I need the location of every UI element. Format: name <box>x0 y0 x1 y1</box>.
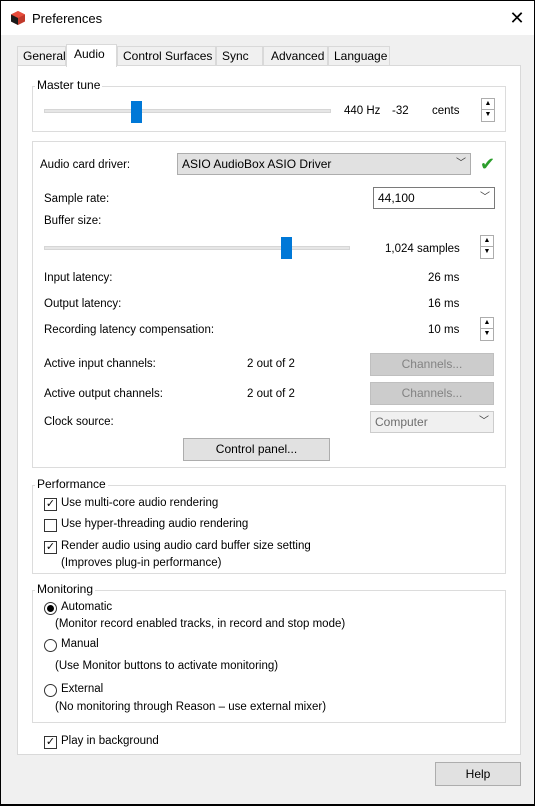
buffer-size-value: 1,024 samples <box>385 243 460 255</box>
output-channels-button[interactable]: Channels... <box>370 382 494 405</box>
master-tune-stepper[interactable]: ▲ ▼ <box>481 98 495 122</box>
chevron-down-icon: ﹀ <box>480 192 490 203</box>
buffer-render-checkbox[interactable]: ✓ <box>44 541 57 554</box>
tab-general[interactable]: General <box>17 46 66 66</box>
master-tune-title: Master tune <box>35 78 103 92</box>
multicore-label: Use multi-core audio rendering <box>61 497 219 509</box>
preferences-window: Preferences ✕ General Audio Control Surf… <box>1 1 534 804</box>
tab-sync[interactable]: Sync <box>216 46 263 66</box>
tab-label: Control Surfaces <box>123 49 213 63</box>
external-note: (No monitoring through Reason – use exte… <box>55 701 327 713</box>
tab-label: Language <box>334 49 388 63</box>
master-tune-slider-thumb[interactable] <box>130 101 142 123</box>
buffer-render-note: (Improves plug-in performance) <box>61 557 222 569</box>
stepper-up-icon[interactable]: ▲ <box>481 98 495 110</box>
recording-latency-compensation-label: Recording latency compensation: <box>44 324 215 336</box>
input-latency-label: Input latency: <box>44 272 113 284</box>
buffer-size-stepper[interactable]: ▲ ▼ <box>480 235 494 259</box>
input-channels-label: Active input channels: <box>44 358 156 370</box>
master-tune-cents-unit: cents <box>432 105 460 117</box>
clock-source-dropdown[interactable]: Computer ﹀ <box>370 411 494 433</box>
tab-label: Advanced <box>271 49 325 63</box>
tab-language[interactable]: Language <box>328 46 390 66</box>
automatic-note: (Monitor record enabled tracks, in recor… <box>55 618 346 630</box>
hyperthreading-label: Use hyper-threading audio rendering <box>61 518 249 530</box>
stepper-up-icon[interactable]: ▲ <box>480 317 494 329</box>
audio-tab-panel: Master tune 440 Hz -32 cents ▲ ▼ Audio c… <box>17 65 521 755</box>
sample-rate-value: 44,100 <box>378 191 415 205</box>
automatic-radio[interactable] <box>44 602 57 615</box>
window-title: Preferences <box>32 11 103 26</box>
automatic-label: Automatic <box>61 601 113 613</box>
play-in-background-checkbox[interactable]: ✓ <box>44 736 57 749</box>
chevron-down-icon: ﹀ <box>456 158 466 169</box>
master-tune-frequency: 440 Hz <box>344 105 381 117</box>
input-channels-value: 2 out of 2 <box>247 358 295 370</box>
driver-dropdown[interactable]: ASIO AudioBox ASIO Driver ﹀ <box>177 153 471 175</box>
output-channels-value: 2 out of 2 <box>247 388 295 400</box>
stepper-down-icon[interactable]: ▼ <box>480 329 494 341</box>
external-radio[interactable] <box>44 684 57 697</box>
buffer-size-label: Buffer size: <box>44 215 102 227</box>
input-channels-button[interactable]: Channels... <box>370 353 494 376</box>
tab-advanced[interactable]: Advanced <box>263 46 328 66</box>
input-latency-value: 26 ms <box>428 272 460 284</box>
tab-label: Sync <box>222 49 249 63</box>
multicore-checkbox[interactable]: ✓ <box>44 498 57 511</box>
stepper-down-icon[interactable]: ▼ <box>480 247 494 259</box>
control-panel-button[interactable]: Control panel... <box>183 438 330 461</box>
tab-audio[interactable]: Audio <box>66 44 117 67</box>
stepper-up-icon[interactable]: ▲ <box>480 235 494 247</box>
clock-source-value: Computer <box>375 415 428 429</box>
recording-latency-stepper[interactable]: ▲ ▼ <box>480 317 494 341</box>
clock-source-label: Clock source: <box>44 416 114 428</box>
sample-rate-dropdown[interactable]: 44,100 ﹀ <box>373 187 495 209</box>
buffer-render-label: Render audio using audio card buffer siz… <box>61 540 311 552</box>
manual-label: Manual <box>61 638 99 650</box>
buffer-size-slider-thumb[interactable] <box>280 237 292 259</box>
reason-app-icon <box>11 11 25 25</box>
master-tune-cents-value: -32 <box>392 105 409 117</box>
driver-value: ASIO AudioBox ASIO Driver <box>182 157 332 171</box>
output-latency-label: Output latency: <box>44 298 122 310</box>
play-in-background-label: Play in background <box>61 735 159 747</box>
monitoring-title: Monitoring <box>35 582 96 596</box>
tab-label: Audio <box>74 47 105 61</box>
manual-note: (Use Monitor buttons to activate monitor… <box>55 660 279 672</box>
stepper-down-icon[interactable]: ▼ <box>481 110 495 122</box>
close-icon[interactable]: ✕ <box>500 1 534 35</box>
performance-title: Performance <box>35 477 108 491</box>
output-latency-value: 16 ms <box>428 298 460 310</box>
help-button[interactable]: Help <box>435 762 521 786</box>
output-channels-label: Active output channels: <box>44 388 163 400</box>
manual-radio[interactable] <box>44 639 57 652</box>
master-tune-slider-track[interactable] <box>44 109 331 113</box>
tab-label: General <box>23 49 66 63</box>
sample-rate-label: Sample rate: <box>44 193 110 205</box>
tab-control-surfaces[interactable]: Control Surfaces <box>117 46 216 66</box>
driver-label: Audio card driver: <box>40 159 131 171</box>
hyperthreading-checkbox[interactable] <box>44 519 57 532</box>
title-bar: Preferences ✕ <box>1 1 534 35</box>
external-label: External <box>61 683 104 695</box>
recording-latency-compensation-value: 10 ms <box>428 324 460 336</box>
chevron-down-icon: ﹀ <box>479 416 489 427</box>
checkmark-icon: ✔ <box>480 154 496 174</box>
buffer-size-slider-track[interactable] <box>44 246 350 250</box>
